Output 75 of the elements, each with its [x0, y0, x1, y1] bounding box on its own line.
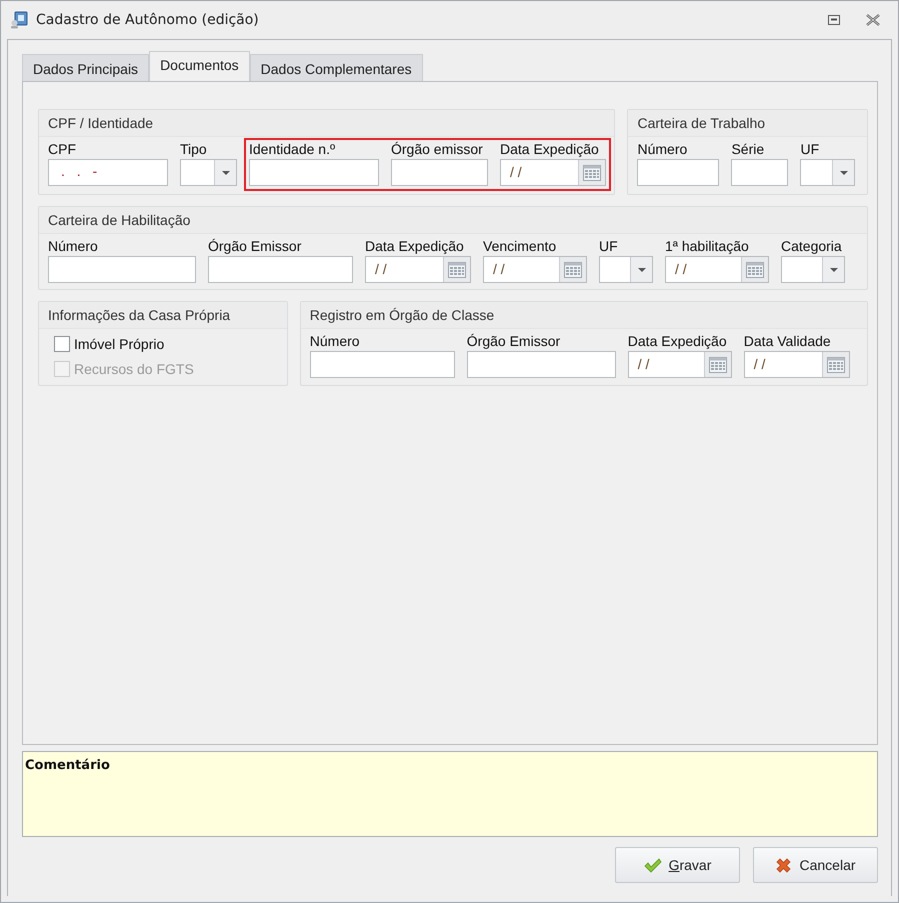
input-field[interactable]: [466, 351, 616, 378]
cancel-button[interactable]: Cancelar: [753, 847, 878, 883]
field-label: Órgão Emissor: [208, 238, 302, 254]
group-title: Registro em Órgão de Classe: [300, 302, 867, 329]
input-field[interactable]: [48, 256, 196, 283]
group-title: Informações da Casa Própria: [39, 302, 287, 329]
save-button[interactable]: Gravar: [615, 847, 740, 883]
calendar-button[interactable]: [704, 352, 731, 377]
cross-icon: [775, 856, 792, 874]
input-field[interactable]: [310, 351, 455, 378]
window-title: Cadastro de Autônomo (edição): [36, 12, 259, 28]
group-title: Carteira de Habilitação: [39, 207, 867, 234]
input-field[interactable]: [731, 159, 788, 186]
tab[interactable]: Documentos: [149, 51, 250, 81]
field-label: Identidade n.º: [249, 141, 336, 157]
date-field[interactable]: / /: [744, 351, 850, 378]
field-label: Data Expedição: [628, 333, 728, 349]
field-label: Data Expedição: [500, 141, 600, 157]
field-label: Data Validade: [744, 333, 832, 349]
dropdown[interactable]: [781, 256, 845, 283]
field-label: Órgão emissor: [391, 141, 484, 157]
field-label: Série: [731, 141, 766, 157]
date-field[interactable]: / /: [500, 159, 606, 186]
field-label: Tipo: [180, 141, 208, 157]
restore-icon[interactable]: [828, 15, 840, 25]
calendar-button[interactable]: [559, 257, 586, 282]
field-label: Número: [48, 238, 99, 254]
checkbox[interactable]: [54, 336, 70, 352]
caret-icon: [830, 268, 838, 272]
calendar-icon: [583, 164, 601, 181]
tab[interactable]: Dados Complementares: [250, 54, 423, 81]
checkbox-label: Imóvel Próprio: [74, 336, 164, 352]
close-icon[interactable]: [866, 14, 880, 26]
field-label: Data Expedição: [365, 238, 465, 254]
dropdown[interactable]: [599, 256, 653, 283]
group-title: Carteira de Trabalho: [628, 110, 867, 137]
caret-icon: [638, 268, 646, 272]
date-field[interactable]: / /: [628, 351, 732, 378]
date-field[interactable]: / /: [665, 256, 769, 283]
calendar-button[interactable]: [822, 352, 849, 377]
calendar-icon: [746, 261, 764, 278]
field-label: Número: [637, 141, 688, 157]
caret-icon: [222, 170, 230, 174]
tab[interactable]: Dados Principais: [22, 54, 150, 81]
field-label: CPF: [48, 141, 77, 157]
input-field[interactable]: . . -: [48, 159, 168, 186]
input-field[interactable]: [208, 256, 353, 283]
input-field[interactable]: [391, 159, 488, 186]
check-icon: [644, 858, 662, 872]
calendar-icon: [448, 261, 466, 278]
input-field[interactable]: [249, 159, 379, 186]
input-field[interactable]: [637, 159, 720, 186]
field-label: Número: [310, 333, 361, 349]
date-field[interactable]: / /: [365, 256, 471, 283]
field-label: Órgão Emissor: [466, 333, 562, 349]
field-label: 1ª habilitação: [665, 238, 750, 254]
caret-icon: [840, 170, 848, 174]
comment-field[interactable]: Comentário: [22, 751, 878, 837]
field-label: Categoria: [781, 238, 843, 254]
comment-label: Comentário: [25, 758, 110, 773]
calendar-icon: [708, 356, 727, 373]
dropdown[interactable]: [180, 159, 237, 186]
field-label: UF: [800, 141, 820, 157]
calendar-icon: [564, 261, 582, 278]
date-field[interactable]: / /: [483, 256, 587, 283]
checkbox-label: Recursos do FGTS: [74, 361, 194, 377]
calendar-button[interactable]: [741, 257, 768, 282]
group-title: CPF / Identidade: [39, 110, 614, 137]
calendar-icon: [826, 356, 845, 373]
calendar-button[interactable]: [443, 257, 470, 282]
dropdown[interactable]: [800, 159, 856, 186]
field-label: UF: [599, 238, 619, 254]
calendar-button[interactable]: [578, 160, 605, 185]
field-label: Vencimento: [483, 238, 558, 254]
id-card-icon: [10, 11, 28, 29]
